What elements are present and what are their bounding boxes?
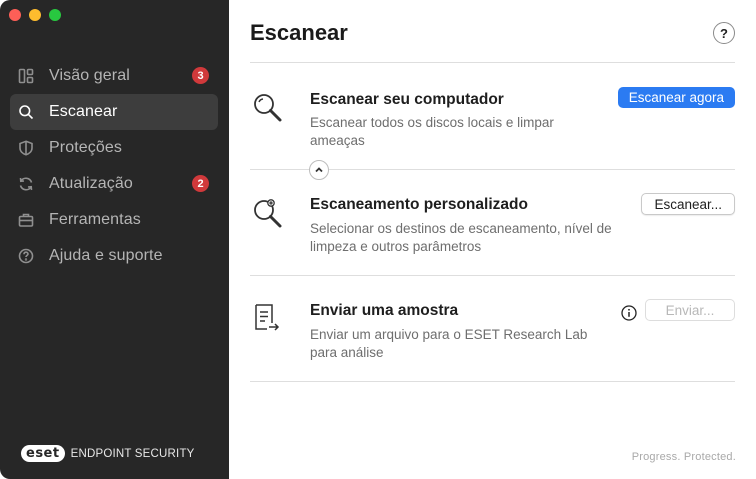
sidebar: Visão geral 3 Escanear Proteções Atualiz…: [0, 0, 229, 479]
tagline: Progress. Protected.: [631, 451, 736, 463]
brand: eset ENDPOINT SECURITY: [21, 445, 195, 462]
shield-icon: [17, 139, 35, 157]
notification-badge: 2: [192, 175, 209, 192]
submit-sample-button[interactable]: Enviar...: [645, 299, 735, 321]
card-title: Enviar uma amostra: [310, 302, 459, 319]
custom-scan-button[interactable]: Escanear...: [641, 193, 735, 215]
collapse-button[interactable]: [309, 160, 329, 180]
card-description: Selecionar os destinos de escaneamento, …: [310, 221, 612, 254]
app-window: Visão geral 3 Escanear Proteções Atualiz…: [0, 0, 756, 479]
document-send-icon: [250, 302, 284, 336]
close-window-button[interactable]: [9, 9, 21, 21]
scan-computer-card: Escanear seu computador Escanear todos o…: [250, 87, 735, 160]
refresh-icon: [17, 175, 35, 193]
scan-now-button[interactable]: Escanear agora: [617, 87, 735, 108]
sidebar-item-label: Ajuda e suporte: [49, 247, 163, 264]
product-name: ENDPOINT SECURITY: [70, 447, 195, 460]
divider: [250, 62, 735, 63]
minimize-window-button[interactable]: [29, 9, 41, 21]
sidebar-item-overview[interactable]: Visão geral 3: [10, 58, 218, 94]
sidebar-item-tools[interactable]: Ferramentas: [10, 202, 218, 238]
sidebar-item-protections[interactable]: Proteções: [10, 130, 218, 166]
search-icon: [17, 103, 35, 121]
divider: [250, 275, 735, 276]
help-circle-icon: [17, 247, 35, 265]
sidebar-item-label: Atualização: [49, 175, 133, 192]
eset-logo: eset: [21, 445, 65, 462]
submit-sample-card: Enviar uma amostra Enviar um arquivo par…: [250, 299, 735, 372]
sidebar-item-label: Ferramentas: [49, 211, 141, 228]
help-button[interactable]: ?: [713, 22, 735, 44]
sidebar-item-label: Proteções: [49, 139, 122, 156]
info-icon[interactable]: [621, 305, 637, 321]
card-description: Escanear todos os discos locais e limpar…: [310, 115, 554, 148]
sidebar-item-label: Escanear: [49, 103, 118, 120]
chevron-up-icon: [315, 167, 323, 173]
main-panel: Escanear ? Escanear seu computador Escan…: [229, 0, 756, 479]
card-title: Escaneamento personalizado: [310, 196, 528, 213]
briefcase-icon: [17, 211, 35, 229]
card-description: Enviar um arquivo para o ESET Research L…: [310, 327, 588, 360]
sidebar-item-help[interactable]: Ajuda e suporte: [10, 238, 218, 274]
dashboard-icon: [17, 67, 35, 85]
notification-badge: 3: [192, 67, 209, 84]
divider: [250, 381, 735, 382]
custom-scan-card: Escaneamento personalizado Selecionar os…: [250, 193, 735, 266]
window-controls: [9, 9, 61, 21]
magnifier-gear-icon: [250, 196, 284, 230]
sidebar-item-label: Visão geral: [49, 67, 130, 84]
card-title: Escanear seu computador: [310, 91, 504, 108]
zoom-window-button[interactable]: [49, 9, 61, 21]
page-title: Escanear: [250, 20, 348, 45]
sidebar-item-update[interactable]: Atualização 2: [10, 166, 218, 202]
sidebar-item-scan[interactable]: Escanear: [10, 94, 218, 130]
magnifier-icon: [250, 90, 284, 124]
sidebar-nav: Visão geral 3 Escanear Proteções Atualiz…: [10, 58, 218, 274]
